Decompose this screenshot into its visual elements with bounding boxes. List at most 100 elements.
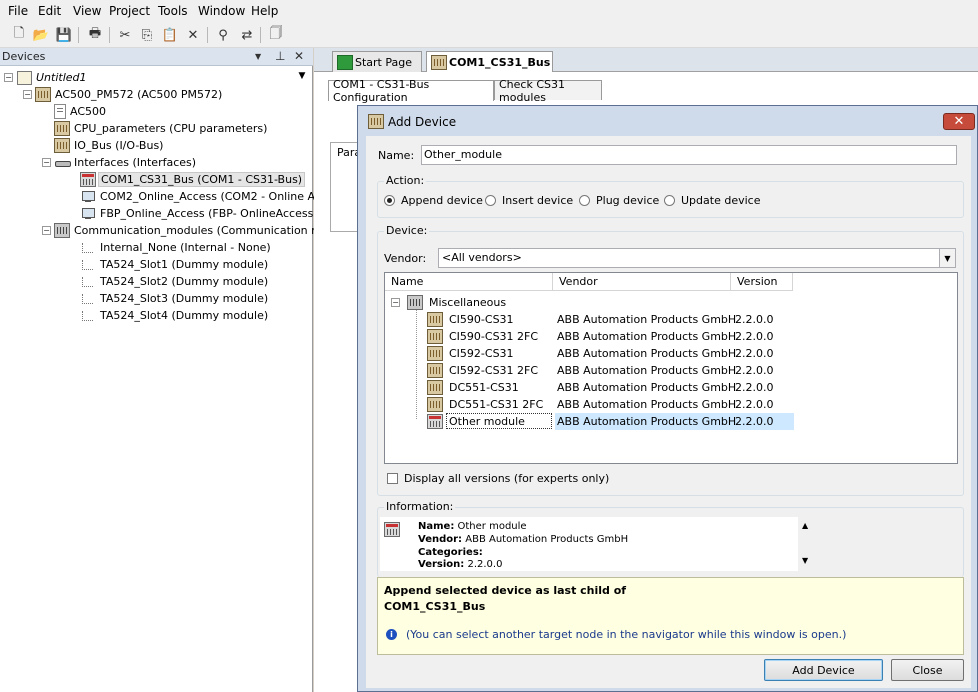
collapse-icon[interactable]: − <box>42 158 51 167</box>
find-icon[interactable]: ⚲ <box>214 26 232 44</box>
menu-help[interactable]: Help <box>251 4 278 18</box>
device-icon <box>427 346 443 361</box>
tree-item-ta524-slot3[interactable]: TA524_Slot3 (Dummy module) <box>80 290 268 307</box>
column-header-name[interactable]: Name <box>385 273 553 291</box>
column-header-version[interactable]: Version <box>731 273 793 291</box>
new-project-icon[interactable]: 🗋 <box>10 26 28 44</box>
tree-item-internal-none[interactable]: Internal_None (Internal - None) <box>80 239 271 256</box>
tree-item-label: COM1_CS31_Bus (COM1 - CS31-Bus) <box>98 172 306 187</box>
cell-version: 2.2.0.0 <box>735 347 774 360</box>
collapse-icon[interactable]: − <box>391 298 400 307</box>
tree-item-io-bus[interactable]: IO_Bus (I/O-Bus) <box>54 137 163 154</box>
collapse-icon[interactable]: − <box>23 90 32 99</box>
menu-edit[interactable]: Edit <box>38 4 61 18</box>
menu-file[interactable]: File <box>8 4 28 18</box>
tree-item-interfaces[interactable]: − Interfaces (Interfaces) <box>42 154 196 171</box>
menu-project[interactable]: Project <box>109 4 150 18</box>
dialog-body: Name: Other_module Action: Append device… <box>366 136 971 688</box>
radio-dot[interactable] <box>485 195 496 206</box>
delete-icon[interactable]: ✕ <box>184 26 202 44</box>
radio-append-device[interactable]: Append device <box>384 194 483 207</box>
tree-item-plc[interactable]: − AC500_PM572 (AC500 PM572) <box>23 86 222 103</box>
information-group-title: Information: <box>384 500 456 513</box>
scroll-down-icon[interactable]: ▼ <box>802 556 808 565</box>
table-row[interactable]: DC551-CS31 2FC ABB Automation Products G… <box>385 396 959 413</box>
menu-tools[interactable]: Tools <box>158 4 188 18</box>
table-group-row[interactable]: − Miscellaneous <box>385 294 959 311</box>
chevron-down-icon[interactable]: ▼ <box>939 249 955 267</box>
radio-plug-device[interactable]: Plug device <box>579 194 659 207</box>
tab-check-cs31-modules[interactable]: Check CS31 modules <box>494 78 602 104</box>
panel-menu-icon[interactable]: ▼ <box>255 52 261 61</box>
subtab-label: Check CS31 modules <box>499 77 565 104</box>
cut-icon[interactable]: ✂ <box>116 26 134 44</box>
close-button[interactable]: Close <box>891 659 964 681</box>
device-icon <box>427 414 443 429</box>
tree-item-fbp-online-access[interactable]: FBP_Online_Access (FBP- OnlineAccess) <box>80 205 318 222</box>
tree-item-ta524-slot1[interactable]: TA524_Slot1 (Dummy module) <box>80 256 268 273</box>
computer-icon <box>80 189 96 204</box>
column-header-vendor[interactable]: Vendor <box>553 273 731 291</box>
radio-dot[interactable] <box>579 195 590 206</box>
name-input[interactable]: Other_module <box>421 145 957 165</box>
radio-label: Append device <box>401 194 483 207</box>
tree-item-communication-modules[interactable]: − Communication_modules (Communication m… <box>42 222 336 239</box>
tree-item-project[interactable]: − Untitled1 <box>4 69 87 86</box>
table-row[interactable]: CI590-CS31 ABB Automation Products GmbH … <box>385 311 959 328</box>
display-all-versions-checkbox[interactable]: Display all versions (for experts only) <box>387 472 609 485</box>
replace-icon[interactable]: ⇄ <box>238 26 256 44</box>
dialog-close-icon[interactable]: ✕ <box>943 113 975 130</box>
add-device-button[interactable]: Add Device <box>764 659 883 681</box>
button-label: Close <box>912 663 943 677</box>
cell-name: CI592-CS31 2FC <box>449 364 539 377</box>
radio-dot[interactable] <box>664 195 675 206</box>
page-icon[interactable]: 🗍 <box>267 26 285 44</box>
print-icon[interactable]: 🖶 <box>86 26 104 44</box>
save-icon[interactable]: 💾 <box>55 26 73 44</box>
radio-label: Update device <box>681 194 761 207</box>
radio-dot[interactable] <box>384 195 395 206</box>
table-row[interactable]: CI590-CS31 2FC ABB Automation Products G… <box>385 328 959 345</box>
pin-icon[interactable]: ⊥ <box>275 49 285 63</box>
tree-item-com1-cs31-bus[interactable]: COM1_CS31_Bus (COM1 - CS31-Bus) <box>80 171 306 188</box>
tab-com1-cs31-bus[interactable]: COM1_CS31_Bus <box>426 51 553 73</box>
io-bus-icon <box>54 138 70 153</box>
tree-item-ta524-slot4[interactable]: TA524_Slot4 (Dummy module) <box>80 307 268 324</box>
table-row-selected[interactable]: Other module ABB Automation Products Gmb… <box>385 413 959 430</box>
plc-icon <box>35 87 51 102</box>
scroll-up-icon[interactable]: ▲ <box>802 521 808 530</box>
tab-start-page[interactable]: Start Page <box>332 51 422 72</box>
tree-item-cpu-parameters[interactable]: CPU_parameters (CPU parameters) <box>54 120 267 137</box>
checkbox-box[interactable] <box>387 473 398 484</box>
dialog-device-icon <box>368 114 384 129</box>
close-panel-icon[interactable]: ✕ <box>294 49 304 63</box>
action-group-title: Action: <box>384 174 427 187</box>
tree-item-com2-online-access[interactable]: COM2_Online_Access (COM2 - Online Acc <box>80 188 327 205</box>
start-page-icon <box>337 55 353 70</box>
radio-insert-device[interactable]: Insert device <box>485 194 573 207</box>
info-icon: i <box>386 629 397 640</box>
table-row[interactable]: DC551-CS31 ABB Automation Products GmbH … <box>385 379 959 396</box>
dialog-title-bar: Add Device ✕ <box>358 106 977 136</box>
tree-item-label: Communication_modules (Communication mod <box>74 224 336 237</box>
menu-view[interactable]: View <box>73 4 101 18</box>
copy-icon[interactable]: ⎘ <box>138 26 156 44</box>
column-label: Name <box>391 275 424 288</box>
tree-item-ta524-slot2[interactable]: TA524_Slot2 (Dummy module) <box>80 273 268 290</box>
info-name-key: Name: <box>418 521 455 532</box>
table-row[interactable]: CI592-CS31 ABB Automation Products GmbH … <box>385 345 959 362</box>
tab-cs31-bus-configuration[interactable]: COM1 - CS31-Bus Configuration <box>328 78 494 104</box>
radio-update-device[interactable]: Update device <box>664 194 760 207</box>
paste-icon[interactable]: 📋 <box>161 26 179 44</box>
collapse-icon[interactable]: − <box>42 226 51 235</box>
tree-item-label: TA524_Slot2 (Dummy module) <box>100 275 269 288</box>
tree-dropdown-icon[interactable]: ▼ <box>294 69 310 83</box>
cell-version: 2.2.0.0 <box>735 398 774 411</box>
collapse-icon[interactable]: − <box>4 73 13 82</box>
menu-window[interactable]: Window <box>198 4 245 18</box>
table-row[interactable]: CI592-CS31 2FC ABB Automation Products G… <box>385 362 959 379</box>
tree-item-ac500[interactable]: AC500 <box>54 103 106 120</box>
open-folder-icon[interactable]: 📂 <box>32 26 50 44</box>
tree-item-label: COM2_Online_Access (COM2 - Online Acc <box>100 190 327 203</box>
vendor-select[interactable]: <All vendors> ▼ <box>438 248 956 268</box>
